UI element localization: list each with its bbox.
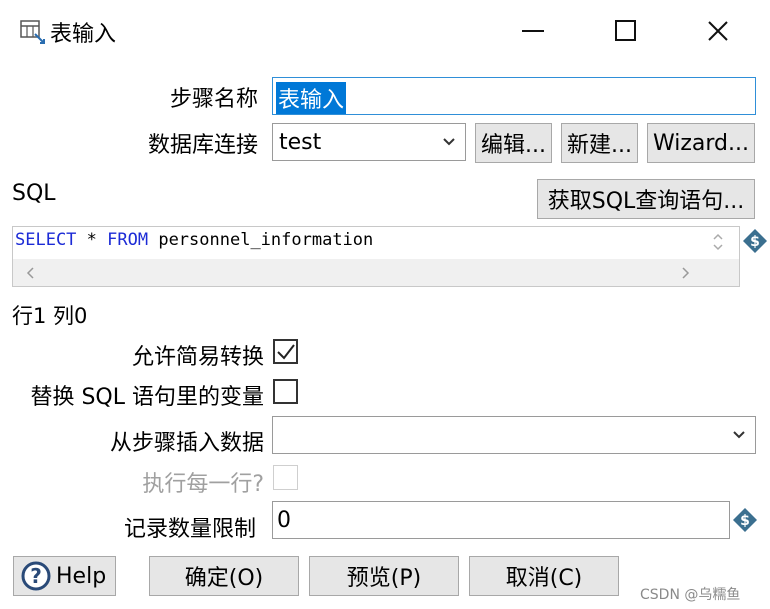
sql-text: SELECT * FROM personnel_information — [15, 230, 373, 250]
help-button[interactable]: ? Help — [13, 556, 116, 596]
replace-variables-checkbox[interactable] — [273, 379, 298, 404]
sql-keyword-from: FROM — [107, 230, 149, 250]
connection-label: 数据库连接 — [147, 133, 258, 158]
step-name-label: 步骤名称 — [169, 87, 258, 112]
limit-value: 0 — [277, 508, 291, 533]
svg-text:$: $ — [750, 234, 760, 250]
checkmark-icon — [277, 344, 295, 360]
maximize-button[interactable] — [603, 10, 649, 52]
watermark: CSDN @乌糯鱼 — [640, 587, 741, 603]
table-input-icon — [20, 20, 45, 44]
step-name-input[interactable]: 表输入 — [272, 77, 756, 115]
minimize-icon — [522, 30, 544, 32]
help-icon: ? — [21, 561, 51, 591]
horizontal-scrollbar[interactable] — [13, 259, 739, 286]
variable-dollar-icon[interactable]: $ — [732, 507, 758, 533]
sql-keyword-select: SELECT — [15, 230, 77, 250]
connection-value: test — [279, 130, 322, 155]
window-title: 表输入 — [50, 22, 117, 47]
limit-input[interactable]: 0 — [272, 501, 730, 539]
svg-text:?: ? — [30, 564, 42, 588]
replace-variables-label: 替换 SQL 语句里的变量 — [30, 385, 264, 410]
limit-label: 记录数量限制 — [123, 517, 256, 542]
connection-select[interactable]: test — [272, 123, 466, 161]
lazy-conversion-checkbox[interactable] — [273, 339, 298, 364]
maximize-icon — [615, 20, 636, 41]
scroll-up-down-icon — [713, 233, 723, 251]
variable-dollar-icon[interactable]: $ — [742, 228, 768, 254]
help-button-label: Help — [56, 563, 107, 589]
scroll-left-icon — [26, 267, 34, 279]
svg-text:$: $ — [740, 513, 750, 529]
insert-from-step-select[interactable] — [272, 416, 756, 454]
sql-text-table: personnel_information — [148, 230, 374, 250]
execute-each-row-checkbox — [273, 465, 298, 490]
chevron-down-icon — [433, 124, 465, 160]
sql-label: SQL — [12, 181, 56, 206]
sql-editor[interactable]: SELECT * FROM personnel_information — [12, 226, 740, 287]
chevron-down-icon — [723, 417, 755, 453]
preview-button[interactable]: 预览(P) — [309, 556, 459, 596]
step-name-value: 表输入 — [276, 82, 347, 114]
close-button[interactable] — [695, 10, 741, 52]
vertical-scrollbar[interactable] — [710, 231, 726, 253]
get-sql-button[interactable]: 获取SQL查询语句... — [537, 179, 755, 219]
cursor-position: 行1 列0 — [12, 304, 88, 328]
new-connection-button[interactable]: 新建... — [561, 123, 638, 163]
execute-each-row-label: 执行每一行? — [142, 472, 264, 497]
minimize-button[interactable] — [510, 10, 556, 52]
cancel-button[interactable]: 取消(C) — [469, 556, 619, 596]
sql-text-star: * — [76, 230, 108, 250]
close-icon — [708, 21, 728, 41]
scroll-right-icon — [682, 267, 690, 279]
lazy-conversion-label: 允许简易转换 — [131, 345, 264, 370]
edit-connection-button[interactable]: 编辑... — [475, 123, 552, 163]
wizard-button[interactable]: Wizard... — [647, 123, 755, 163]
insert-from-step-label: 从步骤插入数据 — [109, 431, 264, 456]
ok-button[interactable]: 确定(O) — [149, 556, 299, 596]
